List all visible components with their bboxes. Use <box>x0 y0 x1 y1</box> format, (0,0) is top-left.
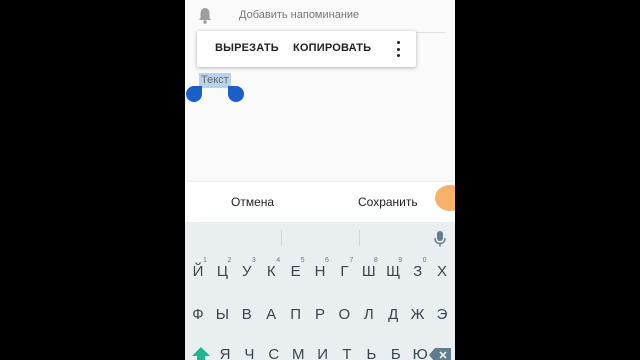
key-row3-5[interactable]: Т <box>335 346 359 360</box>
key-hint-6: 7 <box>349 257 354 264</box>
key-row3-7[interactable]: Б <box>384 346 408 360</box>
key-row2-6[interactable]: О <box>332 306 356 324</box>
key-row2-4[interactable]: П <box>284 306 308 324</box>
key-hint-2: 3 <box>251 257 256 264</box>
copy-button[interactable]: КОПИРОВАТЬ <box>293 42 371 54</box>
key-row2-9[interactable]: Ж <box>406 306 430 324</box>
key-hint-7: 8 <box>373 257 378 264</box>
cancel-button[interactable]: Отмена <box>231 195 274 209</box>
key-row2-0[interactable]: Ф <box>186 306 210 324</box>
key-row1-2[interactable]: У <box>235 263 259 281</box>
key-row3-4[interactable]: И <box>311 346 335 360</box>
add-reminder-label: Добавить напоминание <box>239 9 360 21</box>
selected-text[interactable]: Текст <box>199 73 231 88</box>
key-hint-8: 9 <box>398 257 403 264</box>
key-hint-3: 4 <box>276 257 281 264</box>
key-row2-5[interactable]: Р <box>308 306 332 324</box>
more-vert-icon[interactable] <box>394 41 402 57</box>
selection-handle-start[interactable] <box>186 86 202 102</box>
key-row1-9[interactable]: З <box>406 263 430 281</box>
suggestion-divider <box>281 230 282 246</box>
key-row3-0[interactable]: Я <box>213 346 237 360</box>
save-button[interactable]: Сохранить <box>358 195 418 209</box>
key-row1-3[interactable]: К <box>259 263 283 281</box>
key-row1-6[interactable]: Г <box>332 263 356 281</box>
microphone-icon[interactable] <box>433 230 447 248</box>
key-row2-7[interactable]: Л <box>357 306 381 324</box>
key-row3-6[interactable]: Ь <box>359 346 383 360</box>
bell-icon <box>199 8 211 24</box>
key-hint-0: 1 <box>203 257 207 264</box>
key-row3-2[interactable]: С <box>262 346 286 360</box>
key-row2-10[interactable]: Э <box>430 306 454 324</box>
key-row1-0[interactable]: Й <box>186 263 210 281</box>
key-row2-2[interactable]: В <box>235 306 259 324</box>
add-reminder-row[interactable]: Добавить напоминание <box>185 0 455 32</box>
key-row1-4[interactable]: Е <box>284 263 308 281</box>
key-row1-5[interactable]: Н <box>308 263 332 281</box>
cut-button[interactable]: ВЫРЕЗАТЬ <box>215 42 279 54</box>
key-row2-8[interactable]: Д <box>381 306 405 324</box>
key-hint-4: 5 <box>300 257 305 264</box>
key-row1-10[interactable]: Х <box>430 263 454 281</box>
key-row3-1[interactable]: Ч <box>237 346 261 360</box>
key-row1-8[interactable]: Щ <box>381 263 405 281</box>
key-row1-7[interactable]: Ш <box>357 263 381 281</box>
shift-icon[interactable] <box>190 346 212 360</box>
backspace-icon[interactable] <box>429 348 451 360</box>
key-row1-1[interactable]: Ц <box>210 263 234 281</box>
phone-screen: Добавить напоминание ВЫРЕЗАТЬ КОПИРОВАТЬ… <box>185 0 455 360</box>
suggestion-divider <box>359 230 360 246</box>
key-row3-3[interactable]: М <box>286 346 310 360</box>
key-hint-1: 2 <box>227 257 232 264</box>
key-hint-9: 0 <box>422 257 427 264</box>
dialog-button-bar: Отмена Сохранить <box>185 182 455 222</box>
key-row2-3[interactable]: А <box>259 306 283 324</box>
selection-handle-end[interactable] <box>228 86 244 102</box>
text-selection-toolbar: ВЫРЕЗАТЬ КОПИРОВАТЬ <box>197 31 416 67</box>
keyboard: Й1Ц2У3К4Е5Н6Г7Ш8Щ9З0Х ФЫВАПРОЛДЖЭ ЯЧСМИТЬБ… <box>185 222 455 360</box>
suggestion-bar <box>185 222 455 254</box>
key-hint-5: 6 <box>325 257 329 264</box>
key-row2-1[interactable]: Ы <box>210 306 234 324</box>
